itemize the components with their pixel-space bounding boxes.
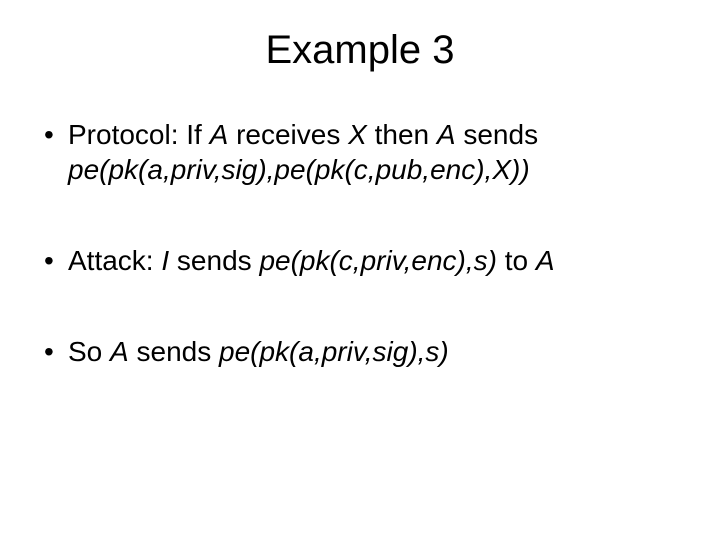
text: sends xyxy=(129,336,219,367)
text: then xyxy=(367,119,437,150)
expr: pe(pk(c,priv,enc),s) xyxy=(259,245,497,276)
var-a: A xyxy=(437,119,456,150)
expr: pe(pk(a,priv,sig),s) xyxy=(219,336,449,367)
slide: Example 3 Protocol: If A receives X then… xyxy=(0,0,720,540)
slide-title: Example 3 xyxy=(40,28,680,73)
var-a: A xyxy=(536,245,555,276)
var-x: X xyxy=(348,119,367,150)
text: sends xyxy=(456,119,539,150)
text: receives xyxy=(228,119,348,150)
var-i: I xyxy=(161,245,169,276)
expr: pe(pk(a,priv,sig),pe(pk(c,pub,enc),X)) xyxy=(68,154,530,185)
bullet-item-result: So A sends pe(pk(a,priv,sig),s) xyxy=(40,334,680,369)
bullet-item-protocol: Protocol: If A receives X then A sends p… xyxy=(40,117,680,187)
bullet-item-attack: Attack: I sends pe(pk(c,priv,enc),s) to … xyxy=(40,243,680,278)
text: sends xyxy=(169,245,259,276)
var-a: A xyxy=(110,336,129,367)
text: Attack: xyxy=(68,245,161,276)
text: So xyxy=(68,336,110,367)
text: to xyxy=(497,245,536,276)
var-a: A xyxy=(210,119,229,150)
bullet-list: Protocol: If A receives X then A sends p… xyxy=(40,117,680,369)
text: Protocol: If xyxy=(68,119,210,150)
